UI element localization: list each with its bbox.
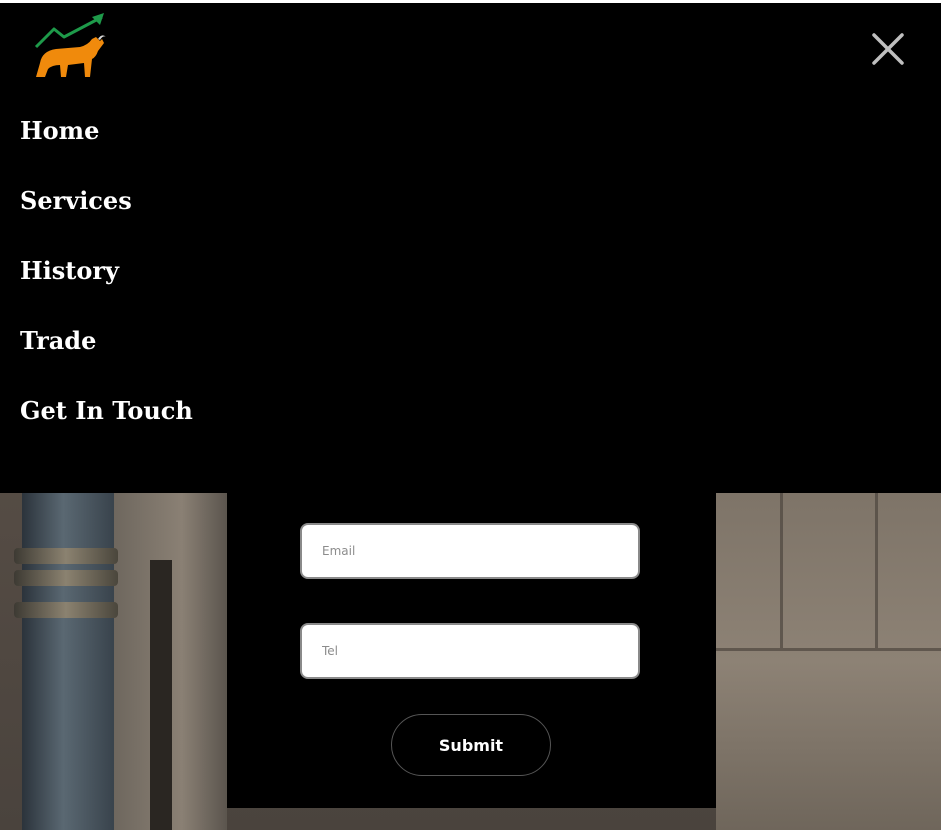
nav-item-home: Home (20, 113, 193, 183)
background-stone-line (716, 648, 941, 651)
submit-button[interactable]: Submit (391, 714, 551, 776)
navigation-menu-overlay: Home Services History Trade Get In Touch (0, 3, 941, 493)
background-post-band (14, 548, 118, 564)
background-window (150, 560, 172, 830)
background-post-band (14, 602, 118, 618)
main-nav: Home Services History Trade Get In Touch (20, 113, 193, 463)
nav-item-services: Services (20, 183, 193, 253)
background-stone-line (875, 493, 878, 648)
nav-item-trade: Trade (20, 323, 193, 393)
nav-link-services[interactable]: Services (20, 183, 132, 219)
close-icon[interactable] (868, 29, 908, 69)
nav-item-history: History (20, 253, 193, 323)
email-field[interactable] (300, 523, 640, 579)
contact-form-panel: Submit (227, 493, 716, 808)
tel-field[interactable] (300, 623, 640, 679)
background-lamp-post (22, 493, 114, 830)
nav-link-trade[interactable]: Trade (20, 323, 96, 359)
nav-link-history[interactable]: History (20, 253, 119, 289)
nav-link-home[interactable]: Home (20, 113, 99, 149)
nav-item-get-in-touch: Get In Touch (20, 393, 193, 463)
background-post-band (14, 570, 118, 586)
nav-link-get-in-touch[interactable]: Get In Touch (20, 393, 193, 429)
background-wall-right (716, 493, 941, 830)
bull-chart-logo[interactable] (32, 11, 108, 83)
background-stone-line (780, 493, 783, 648)
